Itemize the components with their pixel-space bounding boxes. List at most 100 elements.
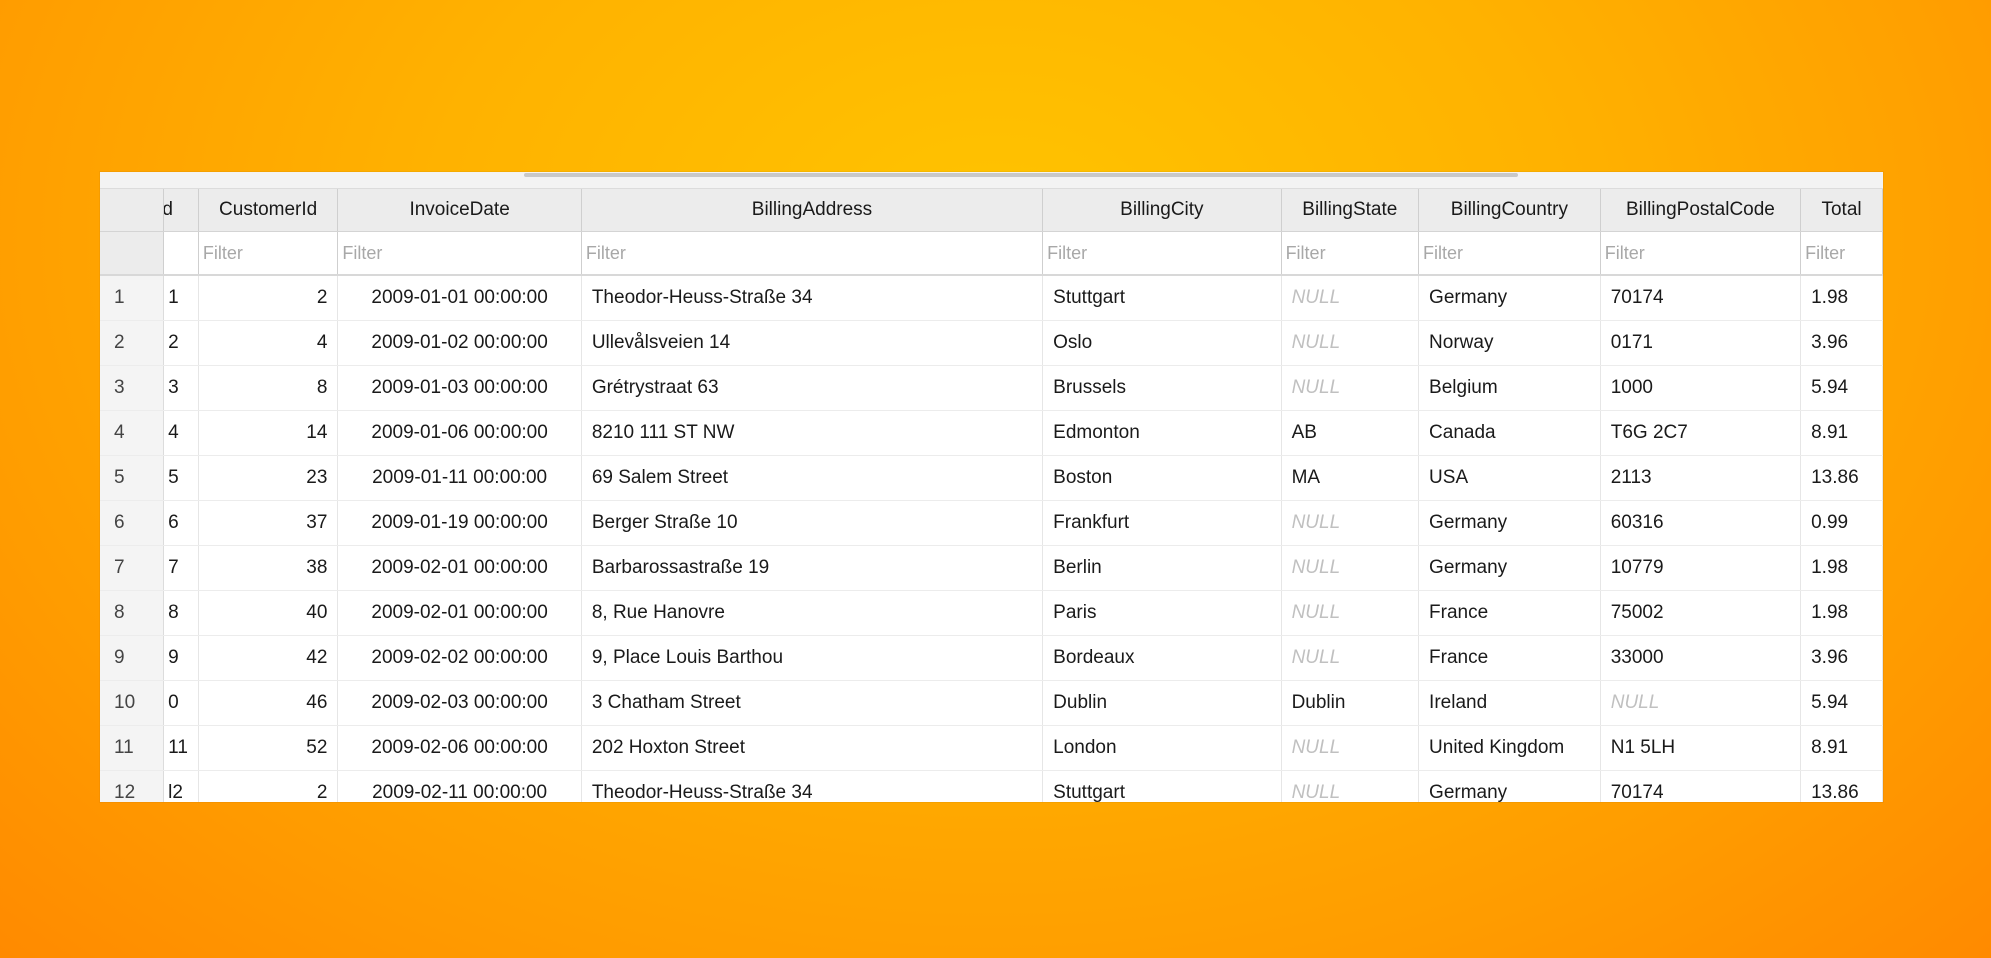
cell-billingaddress[interactable]: Berger Straße 10 — [581, 500, 1044, 546]
cell-invoicedate[interactable]: 2009-01-02 00:00:00 — [337, 320, 582, 366]
cell-invoicedate[interactable]: 2009-02-03 00:00:00 — [337, 680, 582, 726]
cell-billingstate[interactable]: NULL — [1281, 635, 1420, 681]
cell-billingaddress[interactable]: 202 Hoxton Street — [581, 725, 1044, 771]
cell-total[interactable]: 8.91 — [1800, 410, 1883, 456]
cell-customerid[interactable]: 42 — [198, 635, 339, 681]
cell-invoicedate[interactable]: 2009-01-19 00:00:00 — [337, 500, 582, 546]
cell-billingstate[interactable]: AB — [1281, 410, 1420, 456]
cell-customerid[interactable]: 38 — [198, 545, 339, 591]
cell-billingpostalcode[interactable]: 33000 — [1600, 635, 1802, 681]
cell-customerid[interactable]: 2 — [198, 770, 339, 802]
cell-id[interactable]: 4 — [163, 410, 199, 456]
cell-billingcountry[interactable]: Germany — [1418, 770, 1601, 802]
cell-billingstate[interactable]: NULL — [1281, 365, 1420, 411]
cell-billingstate[interactable]: NULL — [1281, 320, 1420, 366]
cell-invoicedate[interactable]: 2009-01-06 00:00:00 — [337, 410, 582, 456]
cell-id[interactable]: 1 — [163, 275, 199, 321]
row-number[interactable]: 5 — [100, 455, 165, 501]
cell-billingcity[interactable]: Oslo — [1042, 320, 1282, 366]
table-row[interactable]: 8 8 40 2009-02-01 00:00:00 8, Rue Hanovre Par… — [100, 590, 1883, 636]
cell-customerid[interactable]: 2 — [198, 275, 339, 321]
column-header-billingstate[interactable]: BillingState — [1281, 189, 1420, 232]
cell-total[interactable]: 13.86 — [1800, 770, 1883, 802]
cell-invoicedate[interactable]: 2009-02-01 00:00:00 — [337, 545, 582, 591]
cell-billingcity[interactable]: London — [1042, 725, 1282, 771]
cell-id[interactable]: 9 — [163, 635, 199, 681]
column-header-billingcountry[interactable]: BillingCountry — [1418, 189, 1601, 232]
cell-billingcity[interactable]: Boston — [1042, 455, 1282, 501]
cell-billingaddress[interactable]: Grétrystraat 63 — [581, 365, 1044, 411]
cell-billingcountry[interactable]: Germany — [1418, 275, 1601, 321]
cell-billingcity[interactable]: Paris — [1042, 590, 1282, 636]
cell-billingstate[interactable]: NULL — [1281, 500, 1420, 546]
horizontal-scrollbar-thumb[interactable] — [524, 173, 1518, 177]
cell-billingaddress[interactable]: Ullevålsveien 14 — [581, 320, 1044, 366]
cell-billingpostalcode[interactable]: T6G 2C7 — [1600, 410, 1802, 456]
cell-billingstate[interactable]: NULL — [1281, 590, 1420, 636]
table-row[interactable]: 1 1 2 2009-01-01 00:00:00 Theodor-Heuss-Stra… — [100, 275, 1883, 321]
cell-billingaddress[interactable]: Barbarossastraße 19 — [581, 545, 1044, 591]
filter-input-id[interactable] — [164, 232, 198, 274]
cell-billingpostalcode[interactable]: 0171 — [1600, 320, 1802, 366]
cell-customerid[interactable]: 40 — [198, 590, 339, 636]
cell-billingstate[interactable]: NULL — [1281, 725, 1420, 771]
cell-billingcity[interactable]: Stuttgart — [1042, 770, 1282, 802]
cell-total[interactable]: 8.91 — [1800, 725, 1883, 771]
table-row[interactable]: 11 11 52 2009-02-06 00:00:00 202 Hoxton Stre… — [100, 725, 1883, 771]
row-number[interactable]: 7 — [100, 545, 165, 591]
filter-input-billingcity[interactable] — [1043, 232, 1281, 274]
cell-billingcity[interactable]: Edmonton — [1042, 410, 1282, 456]
cell-billingaddress[interactable]: Theodor-Heuss-Straße 34 — [581, 275, 1044, 321]
row-number[interactable]: 6 — [100, 500, 165, 546]
row-number[interactable]: 8 — [100, 590, 165, 636]
cell-total[interactable]: 1.98 — [1800, 545, 1883, 591]
column-header-billingaddress[interactable]: BillingAddress — [581, 189, 1044, 232]
cell-id[interactable]: 8 — [163, 590, 199, 636]
cell-total[interactable]: 1.98 — [1800, 590, 1883, 636]
cell-total[interactable]: 5.94 — [1800, 680, 1883, 726]
cell-billingaddress[interactable]: 69 Salem Street — [581, 455, 1044, 501]
table-row[interactable]: 6 6 37 2009-01-19 00:00:00 Berger Straße 10 F… — [100, 500, 1883, 546]
cell-billingpostalcode[interactable]: N1 5LH — [1600, 725, 1802, 771]
cell-billingaddress[interactable]: 8210 111 ST NW — [581, 410, 1044, 456]
table-row[interactable]: 12 l2 2 2009-02-11 00:00:00 Theodor-Heuss-St… — [100, 770, 1883, 802]
cell-billingcity[interactable]: Dublin — [1042, 680, 1282, 726]
cell-billingcountry[interactable]: France — [1418, 635, 1601, 681]
cell-billingcity[interactable]: Bordeaux — [1042, 635, 1282, 681]
filter-input-invoicedate[interactable] — [338, 232, 581, 274]
filter-input-customerid[interactable] — [198, 232, 337, 274]
cell-customerid[interactable]: 52 — [198, 725, 339, 771]
cell-billingpostalcode[interactable]: 75002 — [1600, 590, 1802, 636]
filter-input-total[interactable] — [1801, 232, 1882, 274]
column-header-billingpostalcode[interactable]: BillingPostalCode — [1600, 189, 1802, 232]
cell-total[interactable]: 3.96 — [1800, 320, 1883, 366]
row-number[interactable]: 12 — [100, 770, 165, 802]
cell-billingcity[interactable]: Frankfurt — [1042, 500, 1282, 546]
cell-id[interactable]: 7 — [163, 545, 199, 591]
row-number[interactable]: 11 — [100, 725, 165, 771]
table-row[interactable]: 4 4 14 2009-01-06 00:00:00 8210 111 ST NW Edm… — [100, 410, 1883, 456]
filter-input-billingcountry[interactable] — [1419, 232, 1600, 274]
cell-billingcountry[interactable]: Belgium — [1418, 365, 1601, 411]
row-number[interactable]: 3 — [100, 365, 165, 411]
cell-billingpostalcode[interactable]: 1000 — [1600, 365, 1802, 411]
cell-customerid[interactable]: 4 — [198, 320, 339, 366]
cell-billingpostalcode[interactable]: 10779 — [1600, 545, 1802, 591]
cell-billingaddress[interactable]: 9, Place Louis Barthou — [581, 635, 1044, 681]
cell-total[interactable]: 13.86 — [1800, 455, 1883, 501]
cell-billingstate[interactable]: MA — [1281, 455, 1420, 501]
cell-invoicedate[interactable]: 2009-02-06 00:00:00 — [337, 725, 582, 771]
cell-id[interactable]: 3 — [163, 365, 199, 411]
cell-billingstate[interactable]: NULL — [1281, 770, 1420, 802]
cell-id[interactable]: l2 — [163, 770, 199, 802]
column-header-total[interactable]: Total — [1800, 189, 1883, 232]
cell-billingcity[interactable]: Stuttgart — [1042, 275, 1282, 321]
table-row[interactable]: 2 2 4 2009-01-02 00:00:00 Ullevålsveien 14 Os… — [100, 320, 1883, 366]
cell-billingcountry[interactable]: Canada — [1418, 410, 1601, 456]
table-row[interactable]: 5 5 23 2009-01-11 00:00:00 69 Salem Street Bo… — [100, 455, 1883, 501]
column-header-billingcity[interactable]: BillingCity — [1042, 189, 1282, 232]
row-number[interactable]: 10 — [100, 680, 165, 726]
cell-billingcity[interactable]: Berlin — [1042, 545, 1282, 591]
cell-id[interactable]: 6 — [163, 500, 199, 546]
cell-customerid[interactable]: 14 — [198, 410, 339, 456]
